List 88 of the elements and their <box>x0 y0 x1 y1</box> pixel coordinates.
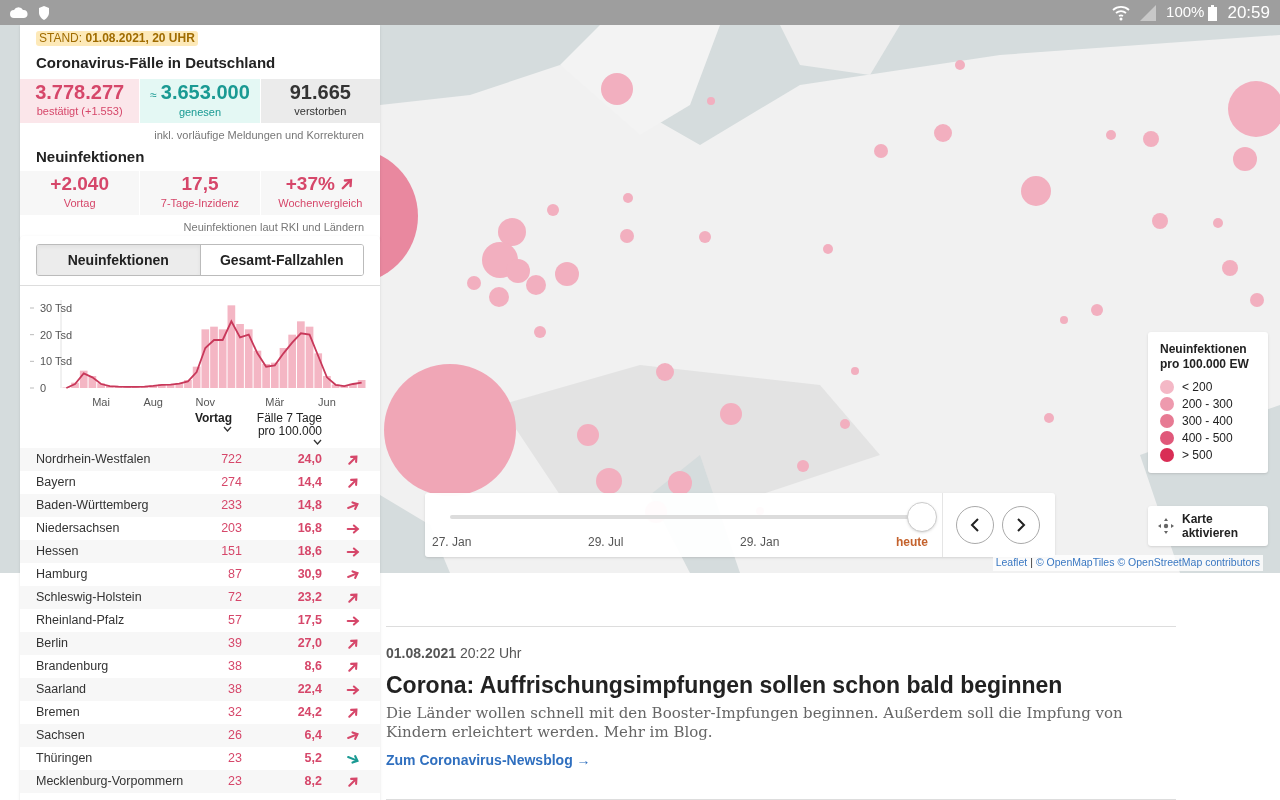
y-tick-label: 20 Tsd <box>40 328 73 341</box>
x-tick-label: Mai <box>92 396 110 408</box>
clock: 20:59 <box>1227 1 1270 24</box>
state-name: Rheinland-Pfalz <box>36 612 126 630</box>
state-name: Schleswig-Holstein <box>36 589 143 607</box>
previous-day-count: 39 <box>227 635 242 653</box>
new-label: Vortag <box>63 196 96 212</box>
y-tick-label: 30 Tsd <box>40 302 73 314</box>
battery-percent: 100% <box>1166 2 1205 23</box>
legend-label: 400 - 500 <box>1182 429 1233 447</box>
incidence-value: 23,2 <box>296 589 322 607</box>
legend-label: 200 - 300 <box>1182 395 1233 413</box>
previous-day-count: 722 <box>220 451 242 469</box>
total-value: 3.778.277 <box>35 81 125 104</box>
state-name: Sachsen <box>36 727 86 745</box>
timeline-end-label: heute <box>896 534 928 551</box>
incidence-value: 27,0 <box>296 635 322 653</box>
total-label: bestätigt (+1.553) <box>36 104 123 120</box>
incidence-value: 14,8 <box>296 497 322 515</box>
previous-day-count: 233 <box>220 497 242 515</box>
state-name: Hamburg <box>36 566 89 584</box>
new-value: +37% <box>285 173 335 196</box>
y-tick-label: 10 Tsd <box>40 355 73 368</box>
incidence-value: 8,6 <box>303 658 322 676</box>
state-name: Hessen <box>36 543 80 561</box>
previous-day-count: 203 <box>220 520 242 538</box>
incidence-value: 30,9 <box>296 566 322 584</box>
incidence-value: 6,4 <box>303 727 322 745</box>
x-tick-label: Mär <box>265 396 285 408</box>
legend-label: < 200 <box>1182 378 1213 396</box>
state-name: Brandenburg <box>36 658 110 676</box>
new-note: Neuinfektionen laut RKI und Ländern <box>182 219 365 235</box>
incidence-value: 8,2 <box>303 773 322 791</box>
previous-day-count: 57 <box>227 612 242 630</box>
state-name: Bremen <box>36 704 81 722</box>
total-label: genesen <box>178 104 222 120</box>
timeline-label: 27. Jan <box>432 534 473 551</box>
incidence-value: 17,5 <box>296 612 322 630</box>
previous-day-count: 23 <box>227 773 242 791</box>
timeline-label: 29. Jan <box>740 534 781 551</box>
previous-day-count: 151 <box>220 543 242 561</box>
timeline-label: 29. Jul <box>588 534 625 551</box>
separator: | <box>1030 555 1033 570</box>
x-tick-label: Jun <box>318 396 336 408</box>
total-label: verstorben <box>294 104 347 120</box>
total-value: 91.665 <box>289 81 351 104</box>
state-name: Niedersachsen <box>36 520 121 538</box>
previous-day-count: 87 <box>227 566 242 584</box>
previous-day-count: 274 <box>220 474 242 492</box>
incidence-value: 18,6 <box>296 543 322 561</box>
incidence-value: 16,8 <box>296 520 322 538</box>
legend-label: 300 - 400 <box>1182 412 1233 430</box>
state-name: Baden-Württemberg <box>36 497 150 515</box>
incidence-value: 5,2 <box>303 750 322 768</box>
previous-day-count: 26 <box>227 727 242 745</box>
summary-title: Coronavirus-Fälle in Deutschland <box>36 53 277 73</box>
previous-day-count: 32 <box>227 704 242 722</box>
incidence-value: 22,4 <box>296 681 322 699</box>
legend-title: Neuinfektionen pro 100.000 EW <box>1160 342 1250 372</box>
state-name: Mecklenburg-Vorpommern <box>36 773 185 791</box>
state-name: Saarland <box>36 681 88 699</box>
new-value: 17,5 <box>181 173 219 196</box>
new-value: +2.040 <box>50 173 109 196</box>
previous-day-count: 38 <box>227 681 242 699</box>
new-label: Wochenvergleich <box>278 196 363 212</box>
y-tick-label: 0 <box>40 382 47 394</box>
state-name: Thüringen <box>36 750 94 768</box>
x-tick-label: Nov <box>195 396 216 408</box>
state-name: Bayern <box>36 474 77 492</box>
incidence-value: 14,4 <box>296 474 322 492</box>
article-title: Corona: Auffrischungsimpfungen sollen schon bald beginnen <box>386 671 1064 700</box>
state-name: Berlin <box>36 635 69 653</box>
new-label: 7-Tage-Inzidenz <box>160 196 240 212</box>
totals-note: inkl. vorläufige Meldungen und Korrekturen <box>153 127 365 143</box>
x-tick-label: Aug <box>143 396 163 408</box>
approx-sign: ≈ <box>150 86 157 104</box>
article-text: Die Länder wollen schnell mit den Booster-Impfungen beginnen. Außerdem soll die Impfung von Kindern erleichtert werden. Mehr im Blog. <box>386 704 1124 742</box>
previous-day-count: 38 <box>227 658 242 676</box>
stand-badge: STAND: 01.08.2021, 20 UHR <box>36 31 198 46</box>
article-meta: 01.08.2021 20:22 Uhr <box>386 644 523 663</box>
state-name: Nordrhein-Westfalen <box>36 451 152 469</box>
new-infections-title: Neuinfektionen <box>35 147 146 167</box>
legend-label: > 500 <box>1182 446 1213 464</box>
incidence-value: 24,2 <box>296 704 322 722</box>
previous-day-count: 72 <box>227 589 242 607</box>
incidence-value: 24,0 <box>296 451 322 469</box>
total-value: 3.653.000 <box>160 80 250 103</box>
previous-day-count: 23 <box>227 750 242 768</box>
